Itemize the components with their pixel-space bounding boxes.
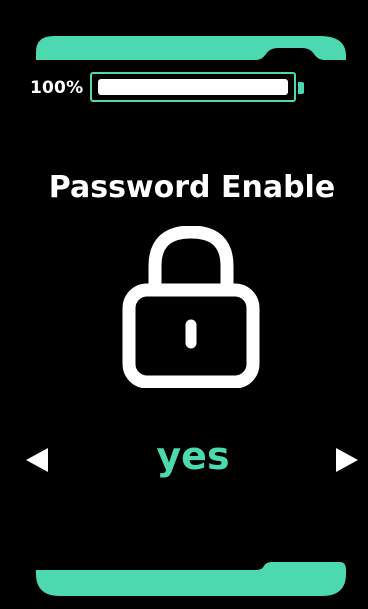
battery-shell (90, 72, 296, 102)
top-bezel (36, 36, 346, 60)
next-option-arrow[interactable] (336, 448, 358, 472)
battery-tip (298, 82, 304, 94)
battery-indicator: 100% (30, 70, 320, 106)
page-title: Password Enable (48, 170, 336, 205)
battery-percent: 100% (30, 78, 84, 98)
lock-icon (122, 226, 260, 388)
battery-level-fill (98, 79, 288, 95)
option-value: yes (156, 434, 230, 478)
